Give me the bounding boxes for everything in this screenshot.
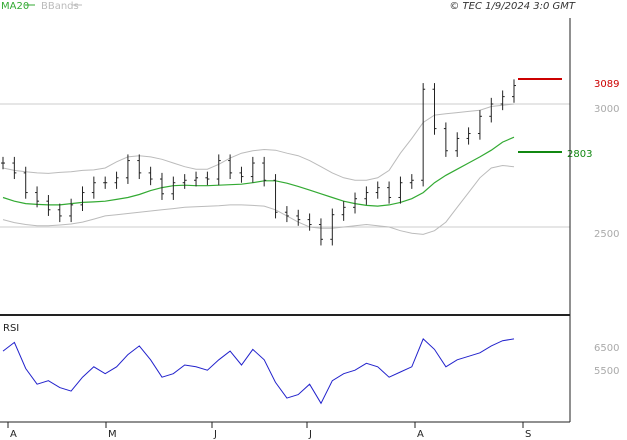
price-bar: [159, 172, 164, 200]
rsi-ytick-6500: 6500: [594, 343, 619, 354]
price-bar: [421, 83, 426, 187]
price-bar: [205, 171, 210, 186]
legend-ma20-label: MA20: [1, 1, 29, 12]
price-bar: [125, 154, 130, 184]
x-tick-label: M: [108, 429, 117, 440]
price-bar: [239, 166, 244, 183]
price-bar: [228, 154, 233, 180]
price-bar: [296, 209, 301, 226]
price-bar: [364, 186, 369, 205]
price-bar: [216, 154, 221, 186]
x-tick-label: S: [525, 429, 531, 440]
price-bar: [466, 127, 471, 145]
price-bar: [182, 174, 187, 189]
price-bar: [318, 218, 323, 246]
price-ytick-3000: 3000: [594, 104, 619, 115]
rsi-title: RSI: [3, 323, 19, 334]
ma20-line: [2, 136, 515, 207]
price-bar: [250, 156, 255, 183]
x-tick-label: J: [213, 429, 217, 440]
price-bar: [512, 79, 516, 103]
price-bar: [171, 176, 176, 200]
price-bar: [375, 181, 380, 199]
support-label: 2803: [567, 149, 592, 160]
price-bar: [1, 156, 5, 170]
copyright-timestamp: © TEC 1/9/2024 3:0 GMT: [449, 1, 576, 12]
price-panel: 3089 2803 3000 2500: [0, 78, 619, 246]
price-bar: [387, 181, 392, 204]
price-bar: [137, 154, 142, 180]
ma20-group: [2, 136, 515, 207]
price-bar: [398, 176, 403, 204]
price-bar: [80, 186, 85, 212]
bbands-group: [2, 103, 515, 235]
price-bar: [489, 97, 494, 123]
stock-chart: 3089 2803 3000 2500 RSI 6500 5500 A M J J A S…: [0, 1, 619, 440]
resistance-label: 3089: [594, 79, 619, 90]
price-bar: [443, 122, 448, 157]
price-bar: [114, 171, 119, 189]
price-bar: [91, 176, 96, 199]
price-bar: [477, 110, 482, 140]
x-axis: AMJJAS: [7, 422, 531, 440]
price-bar: [432, 83, 437, 135]
price-bar: [194, 171, 199, 187]
x-tick-label: A: [417, 429, 424, 440]
rsi-panel: RSI 6500 5500: [2, 323, 619, 405]
price-bar: [500, 90, 505, 111]
x-tick-label: J: [308, 429, 312, 440]
price-bar: [455, 132, 460, 157]
x-tick-label: A: [10, 429, 17, 440]
price-bar: [148, 166, 153, 186]
price-bar: [307, 213, 312, 231]
legend: MA20 BBands: [1, 1, 82, 12]
rsi-series-line: [2, 338, 515, 405]
price-bar: [341, 201, 346, 221]
price-bar: [284, 206, 289, 223]
bbands-lower-line: [2, 164, 515, 235]
price-bar: [57, 203, 62, 223]
rsi-ytick-5500: 5500: [594, 366, 619, 377]
price-bar: [69, 198, 74, 223]
price-bar: [103, 176, 108, 189]
legend-bbands-label: BBands: [41, 1, 79, 12]
price-bar: [262, 156, 267, 187]
price-bar: [12, 156, 17, 180]
price-bar: [409, 174, 414, 189]
bbands-upper-line: [2, 103, 515, 181]
price-ytick-2500: 2500: [594, 229, 619, 240]
